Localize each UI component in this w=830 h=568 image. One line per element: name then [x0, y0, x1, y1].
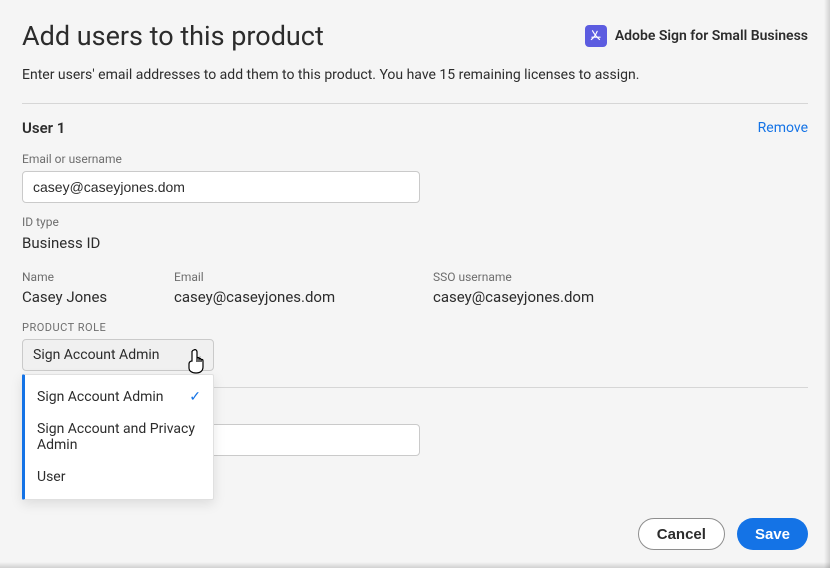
dropdown-option-sign-account-admin[interactable]: Sign Account Admin ✓: [25, 381, 213, 413]
name-value: Casey Jones: [22, 288, 174, 306]
user-section: User 1 Remove Email or username ID type …: [22, 119, 808, 456]
cancel-button[interactable]: Cancel: [638, 518, 725, 550]
adobe-acrobat-icon: [585, 25, 607, 47]
id-type-value: Business ID: [22, 234, 808, 252]
remove-button[interactable]: Remove: [758, 120, 808, 136]
divider: [22, 103, 808, 104]
user-number-label: User 1: [22, 119, 65, 137]
check-icon: ✓: [189, 389, 201, 405]
product-role-label: PRODUCT ROLE: [22, 321, 808, 334]
product-role-selected: Sign Account Admin: [33, 347, 160, 363]
email-value: casey@caseyjones.dom: [174, 288, 433, 306]
dropdown-option-user[interactable]: User: [25, 461, 213, 493]
dropdown-option-label: Sign Account Admin: [37, 389, 164, 405]
product-role-menu: Sign Account Admin ✓ Sign Account and Pr…: [22, 374, 214, 500]
chevron-down-icon: ⌄: [194, 349, 203, 362]
email-label: Email: [174, 270, 433, 284]
email-username-label: Email or username: [22, 152, 808, 166]
save-button[interactable]: Save: [737, 518, 808, 550]
dropdown-option-label: User: [37, 469, 65, 485]
sso-label: SSO username: [433, 270, 808, 284]
sso-value: casey@caseyjones.dom: [433, 288, 808, 306]
dropdown-option-sign-account-privacy-admin[interactable]: Sign Account and Privacy Admin: [25, 413, 213, 461]
page-subtitle: Enter users' email addresses to add them…: [22, 67, 808, 83]
id-type-label: ID type: [22, 215, 808, 229]
email-username-input[interactable]: [22, 171, 420, 203]
product-role-dropdown[interactable]: Sign Account Admin ⌄: [22, 339, 214, 371]
product-name: Adobe Sign for Small Business: [615, 28, 808, 44]
dropdown-option-label: Sign Account and Privacy Admin: [37, 421, 201, 453]
product-badge: Adobe Sign for Small Business: [585, 25, 808, 47]
name-label: Name: [22, 270, 174, 284]
page-title: Add users to this product: [22, 20, 324, 52]
